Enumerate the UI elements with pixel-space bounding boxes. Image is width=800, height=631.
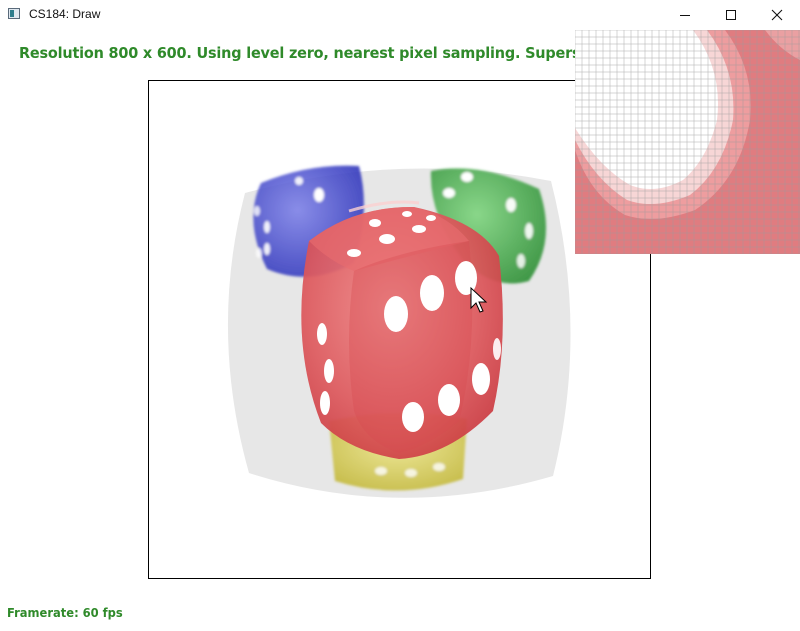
- maximize-icon: [726, 10, 736, 20]
- app-window-icon: [8, 8, 20, 19]
- zoomed-pixel-grid: [575, 30, 800, 254]
- close-icon: [771, 9, 783, 21]
- window-title: CS184: Draw: [29, 7, 101, 21]
- maximize-button[interactable]: [708, 0, 754, 30]
- title-bar: CS184: Draw: [0, 0, 800, 30]
- pixel-inspector-zoom: [575, 30, 800, 254]
- red-die: [301, 200, 503, 459]
- minimize-icon: [680, 15, 690, 16]
- close-button[interactable]: [754, 0, 800, 30]
- minimize-button[interactable]: [662, 0, 708, 30]
- framerate-text: Framerate: 60 fps: [7, 605, 123, 620]
